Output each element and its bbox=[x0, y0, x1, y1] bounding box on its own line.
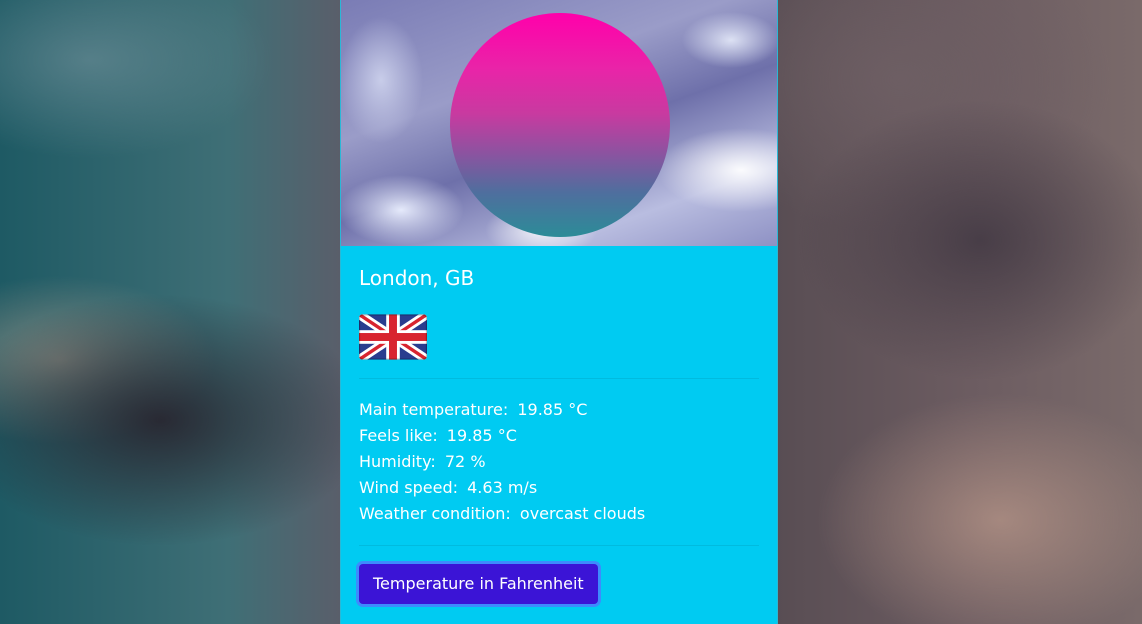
card-body: London, GB Main temperature: 19.85 °C Fe… bbox=[341, 246, 777, 604]
wind-speed-value: 4.63 m/s bbox=[467, 478, 538, 497]
main-temperature-value: 19.85 °C bbox=[517, 400, 588, 419]
divider-top bbox=[359, 378, 759, 379]
wind-speed-label: Wind speed: bbox=[359, 478, 459, 497]
main-temperature-line: Main temperature: 19.85 °C bbox=[359, 397, 759, 423]
weather-image bbox=[341, 0, 777, 246]
humidity-line: Humidity: 72 % bbox=[359, 449, 759, 475]
weather-condition-label: Weather condition: bbox=[359, 504, 511, 523]
humidity-value: 72 % bbox=[444, 452, 486, 471]
humidity-label: Humidity: bbox=[359, 452, 436, 471]
weather-orb bbox=[450, 13, 670, 237]
location-title: London, GB bbox=[359, 266, 475, 290]
feels-like-value: 19.85 °C bbox=[446, 426, 517, 445]
weather-card: London, GB Main temperature: 19.85 °C Fe… bbox=[340, 0, 778, 624]
weather-condition-value: overcast clouds bbox=[519, 504, 646, 523]
feels-like-line: Feels like: 19.85 °C bbox=[359, 423, 759, 449]
uk-flag-icon bbox=[359, 314, 427, 360]
fahrenheit-toggle-button[interactable]: Temperature in Fahrenheit bbox=[359, 564, 598, 604]
weather-details: Main temperature: 19.85 °C Feels like: 1… bbox=[359, 397, 759, 527]
weather-condition-line: Weather condition: overcast clouds bbox=[359, 501, 759, 527]
main-temperature-label: Main temperature: bbox=[359, 400, 509, 419]
divider-bottom bbox=[359, 545, 759, 546]
feels-like-label: Feels like: bbox=[359, 426, 438, 445]
wind-speed-line: Wind speed: 4.63 m/s bbox=[359, 475, 759, 501]
